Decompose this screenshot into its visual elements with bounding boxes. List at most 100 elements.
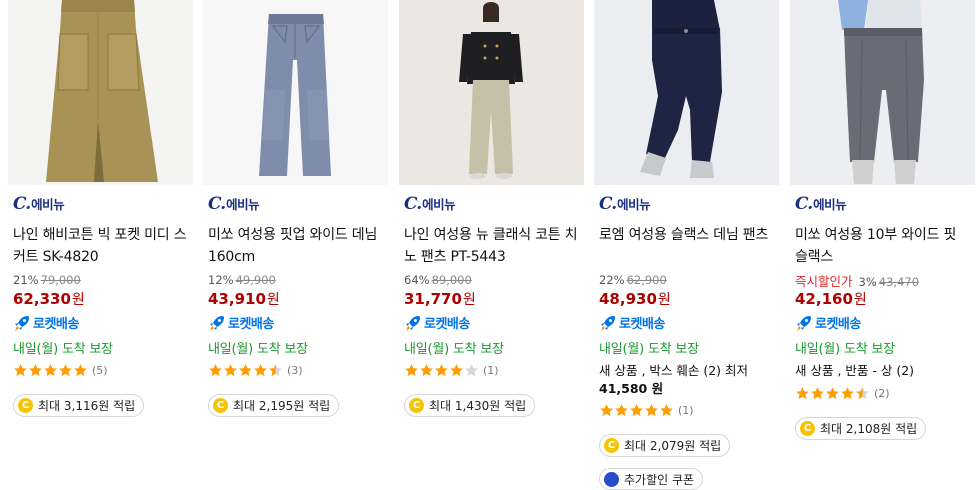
returned-item-text: 새 상품 , 반품 - 상 (2) — [795, 363, 915, 378]
rocket-delivery-badge: 로켓배송 — [795, 313, 861, 332]
star-full-icon — [254, 364, 267, 377]
sale-price: 31,770원 — [404, 289, 476, 309]
reward-text: 최대 2,079원 적립 — [624, 439, 722, 453]
original-price: 43,470 — [878, 275, 920, 289]
brand-logo: C. 에비뉴 — [404, 194, 456, 214]
discount-rate: 21% — [13, 273, 39, 287]
star-full-icon — [645, 404, 658, 417]
price-unit: 원 — [462, 292, 476, 308]
brand-name: 에비뉴 — [422, 197, 456, 212]
coupay-coin-icon: C — [18, 398, 33, 413]
star-full-icon — [239, 364, 252, 377]
coupay-coin-icon: C — [800, 421, 815, 436]
product-image[interactable] — [203, 0, 388, 185]
product-title[interactable]: 미쏘 여성용 핏업 와이드 데님 160cm — [208, 224, 384, 268]
extra-discount-coupon-button[interactable]: 추가할인 쿠폰 — [599, 468, 704, 490]
reward-badge: C 최대 3,116원 적립 — [13, 394, 145, 417]
brand-mark: C. — [795, 194, 813, 214]
rating-stars: (1) — [599, 403, 694, 418]
brand-logo: C. 에비뉴 — [795, 194, 847, 214]
rocket-delivery-badge: 로켓배송 — [208, 313, 274, 332]
coupon-text: 추가할인 쿠폰 — [624, 472, 695, 487]
price-value: 43,910 — [208, 290, 266, 308]
delivery-label: 로켓배송 — [33, 317, 79, 332]
product-card[interactable]: C. 에비뉴 미쏘 여성용 핏업 와이드 데님 160cm 12% 49,900 … — [200, 0, 388, 480]
coupay-coin-icon: C — [604, 438, 619, 453]
brand-mark: C. — [13, 194, 31, 214]
price-value: 48,930 — [599, 290, 657, 308]
star-full-icon — [420, 364, 433, 377]
star-half-icon — [856, 387, 869, 400]
product-card[interactable]: C. 에비뉴 로엠 여성용 슬랙스 데님 팬츠 22% 62,900 48,930… — [591, 0, 779, 490]
rocket-icon — [797, 315, 811, 331]
discount-row: 22% 62,900 — [599, 273, 667, 287]
price-unit: 원 — [71, 292, 85, 308]
brand-logo: C. 에비뉴 — [13, 194, 65, 214]
star-full-icon — [600, 404, 613, 417]
star-full-icon — [615, 404, 628, 417]
rating-stars: (1) — [404, 363, 499, 378]
delivery-label: 로켓배송 — [228, 317, 274, 332]
rocket-delivery-badge: 로켓배송 — [13, 313, 79, 332]
reward-badge: C 최대 2,079원 적립 — [599, 434, 731, 457]
reward-text: 최대 1,430원 적립 — [429, 399, 527, 413]
other-sellers-info[interactable]: 새 상품 , 박스 훼손 (2) 최저 41,580 원 — [599, 362, 775, 398]
model-chino-image — [399, 0, 584, 185]
price-value: 62,330 — [13, 290, 71, 308]
brand-name: 에비뉴 — [617, 197, 651, 212]
price-value: 31,770 — [404, 290, 462, 308]
star-full-icon — [811, 387, 824, 400]
rocket-delivery-badge: 로켓배송 — [404, 313, 470, 332]
rating-stars: (5) — [13, 363, 108, 378]
star-full-icon — [796, 387, 809, 400]
skirt-image — [8, 0, 193, 185]
product-image[interactable] — [790, 0, 975, 185]
price-unit: 원 — [853, 292, 867, 308]
used-item-text: 새 상품 , 박스 훼손 (2) 최저 — [599, 363, 749, 378]
product-image[interactable] — [399, 0, 584, 185]
brand-mark: C. — [404, 194, 422, 214]
product-title[interactable]: 미쏘 여성용 10부 와이드 핏 슬랙스 — [795, 224, 971, 268]
product-image[interactable] — [594, 0, 779, 185]
rocket-delivery-badge: 로켓배송 — [599, 313, 665, 332]
product-card[interactable]: C. 에비뉴 미쏘 여성용 10부 와이드 핏 슬랙스 즉시할인가 3% 43,47… — [787, 0, 975, 480]
rocket-icon — [601, 315, 615, 331]
product-title[interactable]: 나인 여성용 뉴 클래식 코튼 치노 팬츠 PT-5443 — [404, 224, 580, 268]
arrival-guarantee: 내일(월) 도착 보장 — [599, 342, 699, 357]
review-count: (5) — [92, 364, 108, 377]
brand-logo: C. 에비뉴 — [208, 194, 260, 214]
reward-text: 최대 2,108원 적립 — [820, 422, 918, 436]
star-full-icon — [59, 364, 72, 377]
review-count: (1) — [483, 364, 499, 377]
star-full-icon — [435, 364, 448, 377]
rating-stars: (3) — [208, 363, 303, 378]
product-title[interactable]: 나인 해비코튼 빅 포켓 미디 스커트 SK-4820 — [13, 224, 189, 268]
other-sellers-info[interactable]: 새 상품 , 반품 - 상 (2) — [795, 362, 971, 380]
reward-badge: C 최대 2,195원 적립 — [208, 394, 340, 417]
product-image[interactable] — [8, 0, 193, 185]
model-navy-pants-image — [594, 0, 779, 185]
reward-text: 최대 3,116원 적립 — [38, 399, 136, 413]
coupay-coin-icon: C — [213, 398, 228, 413]
price-unit: 원 — [657, 292, 671, 308]
discount-row: 12% 49,900 — [208, 273, 276, 287]
arrival-guarantee: 내일(월) 도착 보장 — [208, 342, 308, 357]
arrival-guarantee: 내일(월) 도착 보장 — [404, 342, 504, 357]
delivery-label: 로켓배송 — [815, 317, 861, 332]
original-price: 79,000 — [40, 273, 81, 287]
price-value: 42,160 — [795, 290, 853, 308]
coupon-icon — [604, 471, 619, 487]
product-title[interactable]: 로엠 여성용 슬랙스 데님 팬츠 — [599, 224, 775, 246]
review-count: (1) — [678, 404, 694, 417]
product-card[interactable]: C. 에비뉴 나인 해비코튼 빅 포켓 미디 스커트 SK-4820 21% 79… — [5, 0, 193, 480]
star-full-icon — [826, 387, 839, 400]
reward-text: 최대 2,195원 적립 — [233, 399, 331, 413]
rating-stars: (2) — [795, 386, 890, 401]
product-card[interactable]: C. 에비뉴 나인 여성용 뉴 클래식 코튼 치노 팬츠 PT-5443 64%… — [396, 0, 584, 480]
brand-name: 에비뉴 — [226, 197, 260, 212]
rocket-icon — [210, 315, 224, 331]
coupay-coin-icon: C — [409, 398, 424, 413]
instant-discount-label: 즉시할인가 — [795, 274, 853, 289]
sale-price: 48,930원 — [599, 289, 671, 309]
star-full-icon — [29, 364, 42, 377]
